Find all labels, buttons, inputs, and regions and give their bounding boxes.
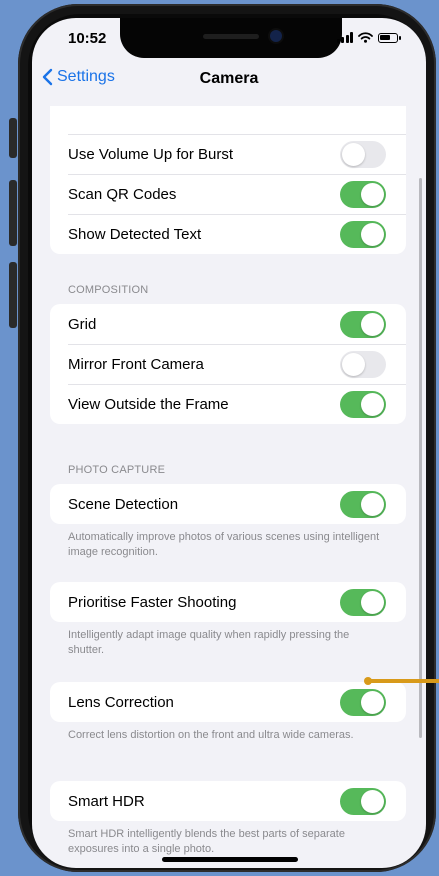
footer-prioritise-faster-shooting: Intelligently adapt image quality when r… xyxy=(68,629,350,656)
section-header-composition: COMPOSITION xyxy=(68,284,149,296)
list-item-lens-correction[interactable]: Lens Correction xyxy=(50,682,406,722)
list-item-grid[interactable]: Grid xyxy=(50,304,406,344)
volume-down-button xyxy=(9,262,17,328)
status-time: 10:52 xyxy=(68,30,107,47)
row-label: Lens Correction xyxy=(68,693,174,711)
list-item-view-outside-the-frame[interactable]: View Outside the Frame xyxy=(50,384,406,424)
row-label: Prioritise Faster Shooting xyxy=(68,593,237,611)
volume-up-button xyxy=(9,180,17,246)
screen: 10:52 Settings Camera Use Volume Up for … xyxy=(32,18,426,868)
row-label: Show Detected Text xyxy=(68,225,202,243)
scrollbar[interactable] xyxy=(419,178,422,738)
navigation-bar: Settings Camera xyxy=(32,66,426,96)
cellular-signal-icon xyxy=(336,32,353,43)
group-prioritise-faster-shooting: Prioritise Faster Shooting xyxy=(50,582,406,622)
row-label: Smart HDR xyxy=(68,792,145,810)
list-item-partial xyxy=(50,106,406,134)
list-item-scene-detection[interactable]: Scene Detection xyxy=(50,484,406,524)
toggle-scene-detection[interactable] xyxy=(340,491,386,518)
row-label: Mirror Front Camera xyxy=(68,355,204,373)
toggle-view-outside-the-frame[interactable] xyxy=(340,391,386,418)
list-item-smart-hdr[interactable]: Smart HDR xyxy=(50,781,406,821)
footer-smart-hdr: Smart HDR intelligently blends the best … xyxy=(68,828,345,855)
row-label: Scan QR Codes xyxy=(68,185,177,203)
toggle-lens-correction[interactable] xyxy=(340,689,386,716)
toggle-grid[interactable] xyxy=(340,311,386,338)
status-icons xyxy=(336,32,401,43)
footer-scene-detection: Automatically improve photos of various … xyxy=(68,531,380,558)
wifi-icon xyxy=(358,32,373,43)
row-label: Scene Detection xyxy=(68,495,179,513)
list-item-use-volume-up-for-burst[interactable]: Use Volume Up for Burst xyxy=(50,134,406,174)
footer-lens-correction: Correct lens distortion on the front and… xyxy=(68,729,354,741)
group-lens-correction: Lens Correction xyxy=(50,682,406,722)
row-label: View Outside the Frame xyxy=(68,395,229,413)
list-item-show-detected-text[interactable]: Show Detected Text xyxy=(50,214,406,254)
front-camera xyxy=(270,30,282,42)
home-indicator[interactable] xyxy=(162,857,298,862)
row-label: Grid xyxy=(68,315,97,333)
settings-list: Use Volume Up for Burst Scan QR Codes Sh… xyxy=(32,98,426,868)
toggle-scan-qr-codes[interactable] xyxy=(340,181,386,208)
speaker-grille xyxy=(203,34,259,39)
toggle-smart-hdr[interactable] xyxy=(340,788,386,815)
toggle-prioritise-faster-shooting[interactable] xyxy=(340,589,386,616)
toggle-mirror-front-camera[interactable] xyxy=(340,351,386,378)
list-item-prioritise-faster-shooting[interactable]: Prioritise Faster Shooting xyxy=(50,582,406,622)
toggle-use-volume-up-for-burst[interactable] xyxy=(340,141,386,168)
battery-icon xyxy=(378,33,401,43)
row-label: Use Volume Up for Burst xyxy=(68,145,234,163)
toggle-show-detected-text[interactable] xyxy=(340,221,386,248)
group-smart-hdr: Smart HDR xyxy=(50,781,406,821)
list-item-scan-qr-codes[interactable]: Scan QR Codes xyxy=(50,174,406,214)
annotation-pointer xyxy=(364,677,439,685)
list-item-mirror-front-camera[interactable]: Mirror Front Camera xyxy=(50,344,406,384)
mute-switch xyxy=(9,118,17,158)
page-title: Camera xyxy=(199,70,259,87)
group-composition: Grid Mirror Front Camera View Outside th… xyxy=(50,304,406,424)
section-header-photo-capture: PHOTO CAPTURE xyxy=(68,464,166,476)
notch xyxy=(120,18,342,58)
group-capture-options: Use Volume Up for Burst Scan QR Codes Sh… xyxy=(50,106,406,254)
group-scene-detection: Scene Detection xyxy=(50,484,406,524)
